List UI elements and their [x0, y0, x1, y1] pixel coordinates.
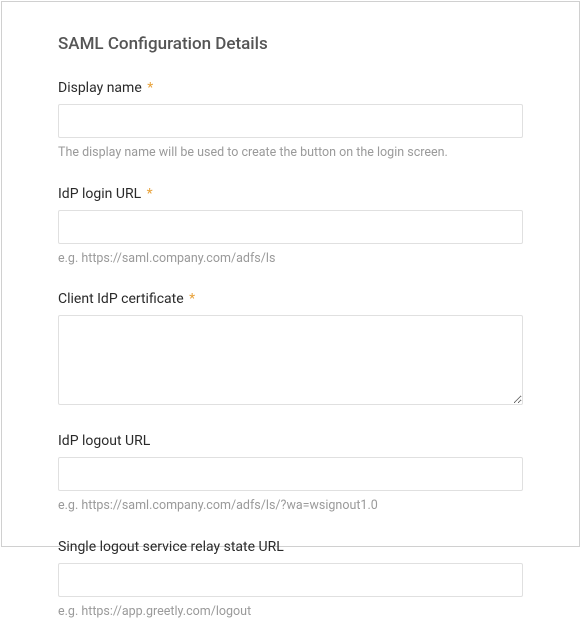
slo-relay-state-url-input[interactable] [58, 563, 523, 597]
slo-relay-state-url-help: e.g. https://app.greetly.com/logout [58, 603, 523, 620]
idp-logout-url-label-text: IdP logout URL [58, 433, 150, 449]
client-idp-certificate-label-text: Client IdP certificate [58, 291, 184, 307]
required-asterisk-icon: * [189, 291, 195, 307]
display-name-label-text: Display name [58, 80, 142, 96]
idp-login-url-input[interactable] [58, 210, 523, 244]
display-name-input[interactable] [58, 104, 523, 138]
client-idp-certificate-input[interactable] [58, 315, 523, 405]
saml-config-panel: SAML Configuration Details Display name … [1, 1, 580, 547]
display-name-help: The display name will be used to create … [58, 144, 523, 162]
required-asterisk-icon: * [147, 186, 153, 202]
idp-login-url-field-group: IdP login URL * e.g. https://saml.compan… [58, 186, 523, 268]
idp-logout-url-label: IdP logout URL [58, 433, 523, 449]
slo-relay-state-url-field-group: Single logout service relay state URL e.… [58, 539, 523, 620]
display-name-field-group: Display name * The display name will be … [58, 80, 523, 162]
slo-relay-state-url-label: Single logout service relay state URL [58, 539, 523, 555]
idp-login-url-label-text: IdP login URL [58, 186, 141, 202]
idp-logout-url-field-group: IdP logout URL e.g. https://saml.company… [58, 433, 523, 515]
idp-login-url-help: e.g. https://saml.company.com/adfs/ls [58, 250, 523, 268]
client-idp-certificate-label: Client IdP certificate * [58, 291, 523, 307]
required-asterisk-icon: * [147, 80, 153, 96]
display-name-label: Display name * [58, 80, 523, 96]
slo-relay-state-url-label-text: Single logout service relay state URL [58, 539, 284, 555]
idp-logout-url-help: e.g. https://saml.company.com/adfs/ls/?w… [58, 497, 523, 515]
client-idp-certificate-field-group: Client IdP certificate * [58, 291, 523, 409]
idp-login-url-label: IdP login URL * [58, 186, 523, 202]
section-title: SAML Configuration Details [58, 34, 523, 54]
idp-logout-url-input[interactable] [58, 457, 523, 491]
